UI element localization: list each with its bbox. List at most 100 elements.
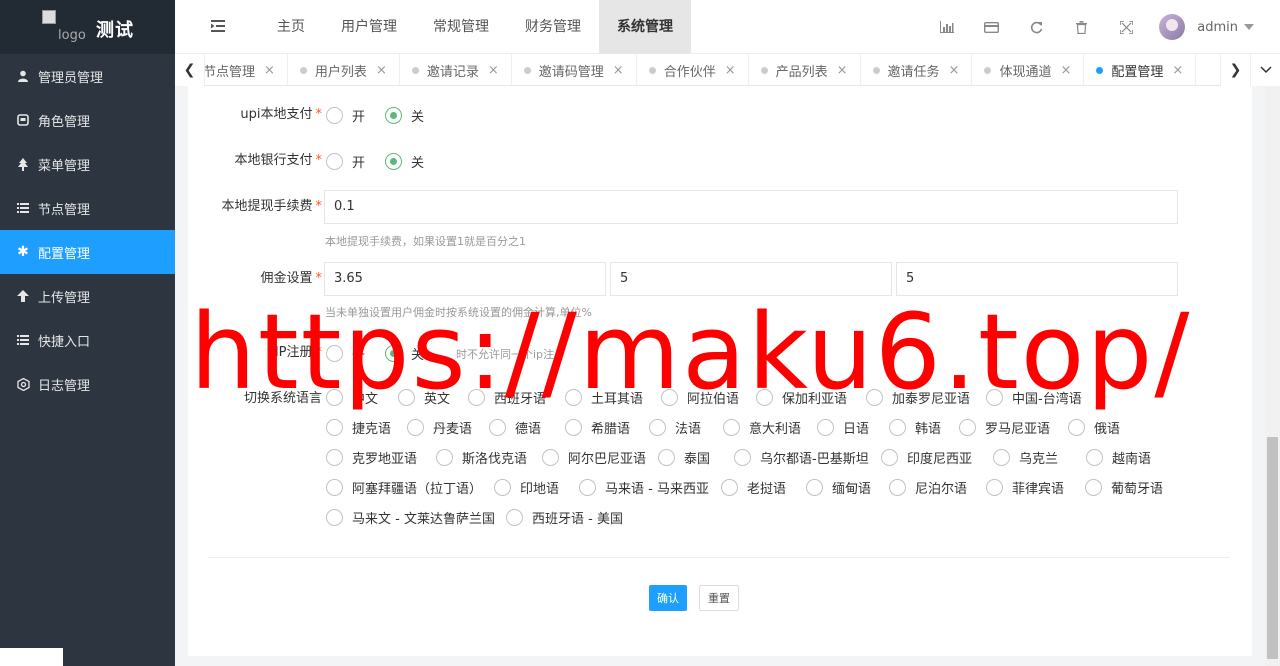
radio-label: 阿塞拜疆语（拉丁语） [352, 482, 483, 497]
scrollbar-thumb[interactable] [1267, 437, 1278, 659]
close-icon[interactable]: × [613, 63, 624, 78]
language-radio[interactable]: 丹麦语 [407, 418, 472, 437]
top-nav-system[interactable]: 系统管理 [599, 0, 691, 54]
language-radio[interactable]: 韩语 [889, 418, 941, 437]
top-nav-home[interactable]: 主页 [259, 0, 323, 54]
language-radio[interactable]: 德语 [489, 418, 541, 437]
radio-circle-icon [407, 419, 424, 436]
radio-circle-icon [986, 479, 1003, 496]
language-radio[interactable]: 法语 [649, 418, 701, 437]
close-icon[interactable]: × [376, 63, 387, 78]
language-radio[interactable]: 印地语 [494, 478, 559, 497]
language-radio[interactable]: 日语 [817, 418, 869, 437]
language-radio[interactable]: 缅甸语 [806, 478, 871, 497]
language-radio[interactable]: 意大利语 [723, 418, 801, 437]
fee-input[interactable]: 0.1 [324, 190, 1178, 224]
upi-on-radio[interactable]: 开 [326, 106, 365, 125]
close-icon[interactable]: × [837, 63, 848, 78]
language-radio[interactable]: 葡萄牙语 [1085, 478, 1163, 497]
language-radio[interactable]: 中文 [326, 388, 378, 407]
top-nav-finance[interactable]: 财务管理 [507, 0, 599, 54]
commission-input-1[interactable]: 3.65 [324, 262, 606, 296]
menu-fold-icon[interactable] [211, 19, 227, 35]
close-icon[interactable]: × [725, 63, 736, 78]
tab-partners[interactable]: 合作伙伴 × [637, 54, 749, 86]
language-radio[interactable]: 乌尔都语-巴基斯坦 [734, 448, 869, 467]
bank-off-radio[interactable]: 关 [385, 152, 424, 171]
language-radio[interactable]: 加泰罗尼亚语 [866, 388, 970, 407]
close-icon[interactable]: × [488, 63, 499, 78]
language-radio[interactable]: 中国-台湾语 [986, 388, 1082, 407]
language-radio[interactable]: 保加利亚语 [756, 388, 847, 407]
sidebar-item-admin[interactable]: 管理员管理 [0, 54, 175, 98]
language-radio[interactable]: 克罗地亚语 [326, 448, 417, 467]
reset-button[interactable]: 重置 [699, 585, 739, 611]
sidebar-item-role[interactable]: 角色管理 [0, 98, 175, 142]
chart-icon[interactable] [924, 0, 969, 54]
tab-products[interactable]: 产品列表 × [749, 54, 861, 86]
tab-user-list[interactable]: 用户列表 × [288, 54, 400, 86]
language-radio[interactable]: 马来语 - 马来西亚 [579, 478, 709, 497]
confirm-button[interactable]: 确认 [649, 585, 687, 611]
upi-off-radio[interactable]: 关 [385, 106, 424, 125]
ip-label: IP注册 * [188, 343, 322, 363]
sidebar-item-upload[interactable]: 上传管理 [0, 274, 175, 318]
language-radio[interactable]: 马来文 - 文莱达鲁萨兰国 [326, 508, 495, 527]
close-icon[interactable]: × [1060, 63, 1071, 78]
sidebar-item-node[interactable]: 节点管理 [0, 186, 175, 230]
bank-on-radio[interactable]: 开 [326, 152, 365, 171]
chevron-left-icon[interactable]: ❮ [175, 54, 205, 86]
tab-config[interactable]: 配置管理 × [1084, 54, 1197, 86]
radio-checked-icon [385, 345, 402, 362]
chevron-right-icon[interactable]: ❯ [1220, 54, 1250, 86]
language-radio[interactable]: 乌克兰 [993, 448, 1058, 467]
sidebar-item-shortcut[interactable]: 快捷入口 [0, 318, 175, 362]
sidebar-item-menu[interactable]: 菜单管理 [0, 142, 175, 186]
language-radio[interactable]: 阿塞拜疆语（拉丁语） [326, 478, 482, 497]
language-radio[interactable]: 斯洛伐克语 [436, 448, 527, 467]
language-radio[interactable]: 泰国 [658, 448, 710, 467]
close-icon[interactable]: × [264, 63, 275, 78]
language-radio[interactable]: 西班牙语 [468, 388, 546, 407]
fullscreen-icon[interactable] [1104, 0, 1149, 54]
language-radio[interactable]: 希腊语 [565, 418, 630, 437]
user-menu[interactable]: admin [1149, 0, 1280, 54]
language-radio[interactable]: 老挝语 [721, 478, 786, 497]
close-icon[interactable]: × [949, 63, 960, 78]
language-radio[interactable]: 捷克语 [326, 418, 391, 437]
ip-on-radio[interactable]: 开 [326, 344, 365, 363]
language-radio[interactable]: 俄语 [1068, 418, 1120, 437]
trash-icon[interactable] [1059, 0, 1104, 54]
language-radio[interactable]: 土耳其语 [565, 388, 643, 407]
language-radio[interactable]: 阿拉伯语 [661, 388, 739, 407]
sidebar-item-log[interactable]: 日志管理 [0, 362, 175, 406]
commission-input-3[interactable]: 5 [896, 262, 1178, 296]
close-icon[interactable]: × [1172, 63, 1183, 78]
tab-invite-codes[interactable]: 邀请码管理 × [512, 54, 637, 86]
commission-input-2[interactable]: 5 [610, 262, 892, 296]
tab-proxy-node[interactable]: 代理节点管理 × [197, 54, 288, 86]
language-radio[interactable]: 越南语 [1086, 448, 1151, 467]
sidebar-item-config[interactable]: ✱ 配置管理 [0, 230, 175, 274]
tab-withdraw-channels[interactable]: 体现通道 × [972, 54, 1085, 86]
radio-circle-icon [326, 419, 343, 436]
radio-label: 关 [411, 348, 425, 363]
card-icon[interactable] [969, 0, 1014, 54]
tab-invite-records[interactable]: 邀请记录 × [400, 54, 512, 86]
tab-invite-tasks[interactable]: 邀请任务 × [861, 54, 973, 86]
language-radio[interactable]: 阿尔巴尼亚语 [542, 448, 646, 467]
language-radio[interactable]: 印度尼西亚 [881, 448, 972, 467]
language-radio[interactable]: 尼泊尔语 [889, 478, 967, 497]
upi-label: upi本地支付 * [188, 105, 322, 125]
language-radio[interactable]: 菲律宾语 [986, 478, 1064, 497]
chevron-down-icon[interactable] [1250, 54, 1280, 86]
refresh-icon[interactable] [1014, 0, 1059, 54]
top-nav-general[interactable]: 常规管理 [415, 0, 507, 54]
tab-label: 用户列表 [314, 64, 367, 80]
language-radio[interactable]: 英文 [398, 388, 450, 407]
language-radio[interactable]: 罗马尼亚语 [959, 418, 1050, 437]
top-nav-users[interactable]: 用户管理 [323, 0, 415, 54]
ip-off-radio[interactable]: 关 [385, 344, 424, 363]
language-radio[interactable]: 西班牙语 - 美国 [506, 508, 623, 527]
radio-circle-icon [1086, 449, 1103, 466]
